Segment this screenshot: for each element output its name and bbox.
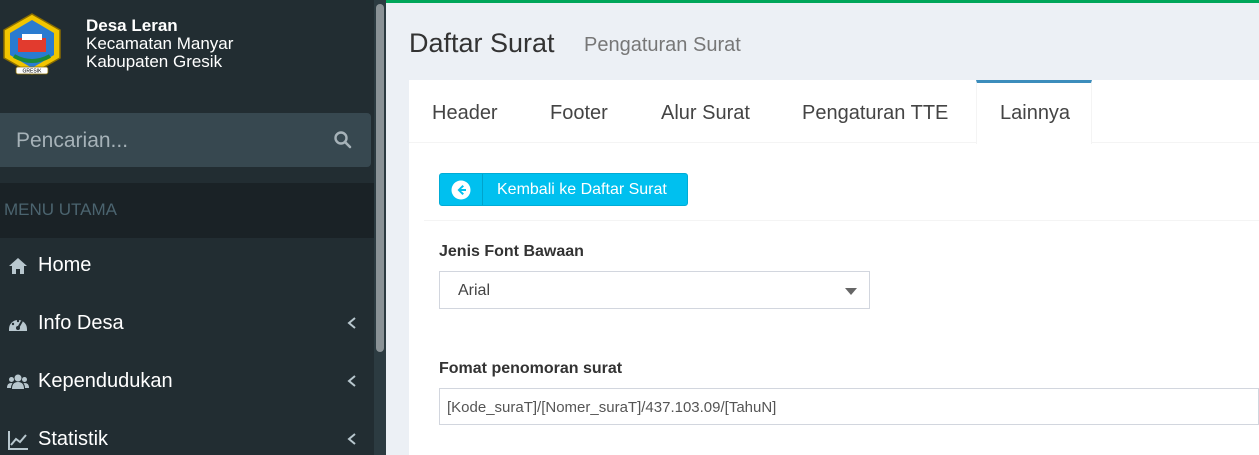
- sidebar-item-label: Statistik: [38, 428, 109, 450]
- back-button-icon-area: [440, 174, 483, 205]
- settings-box: Header Footer Alur Surat Pengaturan TTE …: [409, 80, 1259, 455]
- search-input[interactable]: Pencarian...: [0, 113, 371, 167]
- tab-footer[interactable]: Footer: [550, 80, 608, 143]
- chevron-left-icon: [347, 317, 356, 329]
- logo-emblem-icon: GRESIK: [3, 13, 61, 75]
- format-input-value: [Kode_suraT]/[Nomer_suraT]/437.103.09/[T…: [447, 399, 777, 416]
- tab-alur-surat[interactable]: Alur Surat: [661, 80, 750, 143]
- tab-lainnya[interactable]: Lainnya: [976, 80, 1092, 144]
- tab-pengaturan-tte[interactable]: Pengaturan TTE: [802, 80, 948, 143]
- tab-header[interactable]: Header: [432, 80, 498, 143]
- line-chart-icon: [8, 431, 28, 450]
- back-button-label: Kembali ke Daftar Surat: [497, 181, 667, 198]
- home-icon: [9, 258, 27, 274]
- sidebar-item-label: Info Desa: [38, 312, 124, 334]
- sidebar-item-statistik[interactable]: Statistik: [0, 411, 374, 455]
- sidebar-item-label: Home: [38, 254, 92, 276]
- sidebar-item-home[interactable]: Home: [0, 237, 374, 295]
- top-accent-line: [386, 0, 1259, 3]
- font-select[interactable]: Arial: [439, 271, 870, 309]
- dashboard-icon: [9, 319, 27, 331]
- arrow-circle-left-icon: [451, 180, 471, 200]
- font-select-value: Arial: [458, 282, 491, 299]
- scrollbar-thumb[interactable]: [376, 4, 384, 352]
- sidebar-item-label: Kependudukan: [38, 370, 173, 392]
- caret-down-icon: [845, 288, 857, 295]
- search-icon[interactable]: [333, 130, 353, 150]
- divider: [424, 220, 1259, 221]
- svg-text:GRESIK: GRESIK: [23, 69, 43, 75]
- brand[interactable]: GRESIK Desa Leran Kecamatan Manyar Kabup…: [0, 0, 374, 95]
- font-label: Jenis Font Bawaan: [439, 243, 584, 260]
- search-placeholder: Pencarian...: [16, 129, 129, 152]
- sidebar: GRESIK Desa Leran Kecamatan Manyar Kabup…: [0, 0, 386, 455]
- brand-regency: Kabupaten Gresik: [86, 52, 223, 71]
- menu-section-label: MENU UTAMA: [4, 200, 118, 219]
- brand-village: Desa Leran: [86, 16, 178, 35]
- brand-text: Desa Leran Kecamatan Manyar Kabupaten Gr…: [86, 17, 233, 71]
- page-subtitle: Pengaturan Surat: [584, 34, 741, 56]
- back-to-list-button[interactable]: Kembali ke Daftar Surat: [439, 173, 688, 206]
- sidebar-item-kependudukan[interactable]: Kependudukan: [0, 353, 374, 411]
- tab-bar: Header Footer Alur Surat Pengaturan TTE …: [409, 80, 1259, 144]
- format-label: Fomat penomoran surat: [439, 360, 623, 377]
- format-input[interactable]: [Kode_suraT]/[Nomer_suraT]/437.103.09/[T…: [439, 388, 1259, 425]
- menu-section-header: MENU UTAMA: [0, 183, 374, 238]
- brand-district: Kecamatan Manyar: [86, 34, 234, 53]
- sidebar-scrollbar[interactable]: [374, 0, 386, 455]
- chevron-left-icon: [347, 375, 356, 387]
- chevron-left-icon: [347, 433, 356, 445]
- users-icon: [7, 374, 29, 389]
- page-title: Daftar Surat: [409, 28, 555, 58]
- sidebar-item-info-desa[interactable]: Info Desa: [0, 295, 374, 353]
